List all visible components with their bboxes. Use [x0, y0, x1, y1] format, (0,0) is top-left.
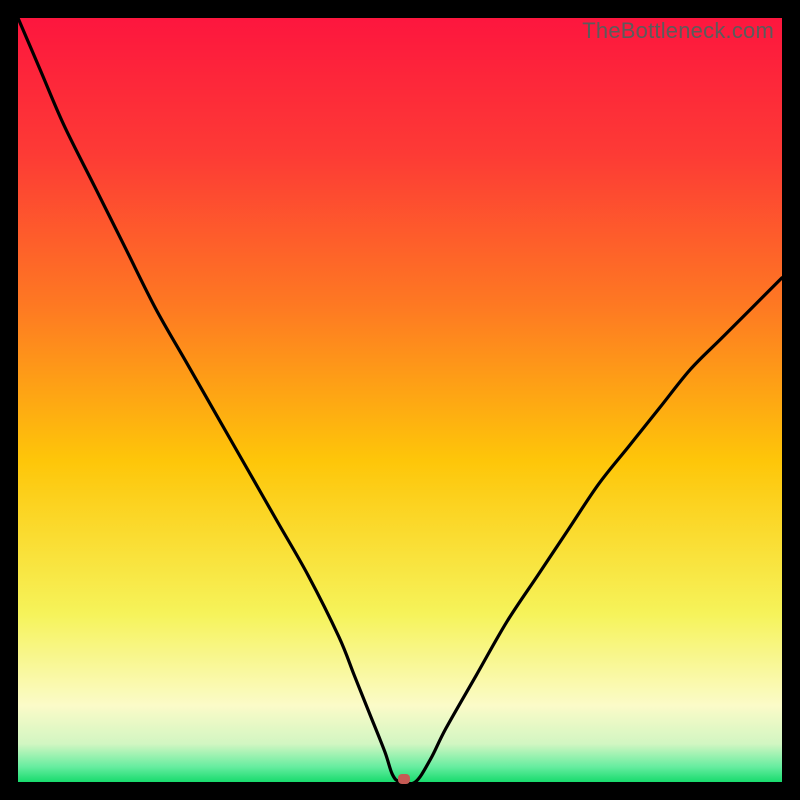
bottleneck-curve	[18, 18, 782, 782]
chart-frame: TheBottleneck.com	[18, 18, 782, 782]
minimum-marker	[398, 774, 410, 784]
